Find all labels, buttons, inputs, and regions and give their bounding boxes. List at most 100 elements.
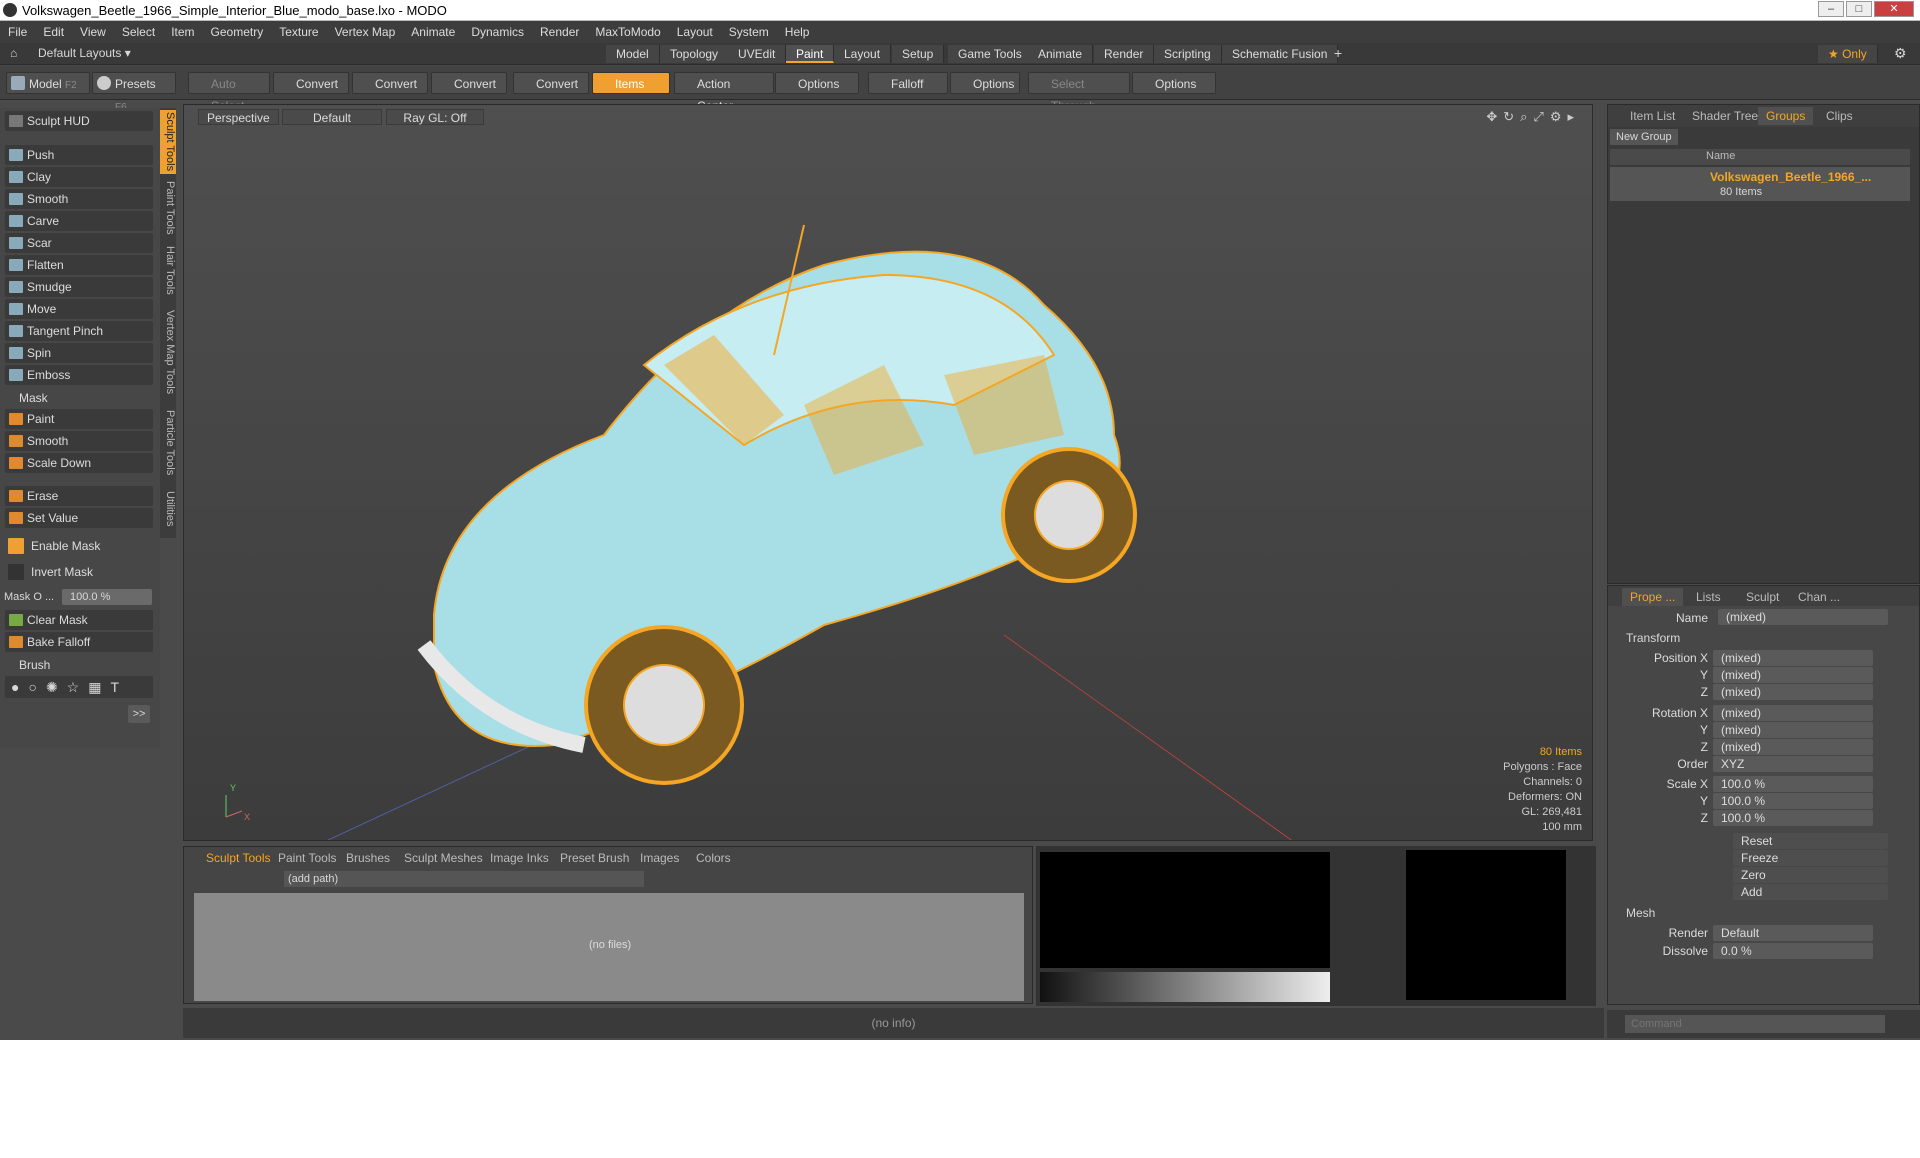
clear-mask-button[interactable]: Clear Mask <box>5 610 153 630</box>
menu-maxtomodo[interactable]: MaxToModo <box>587 21 668 43</box>
rotation-x-field[interactable]: (mixed) <box>1713 705 1873 721</box>
add-path-dropdown[interactable]: (add path) <box>284 871 644 887</box>
text-brush-icon[interactable]: T <box>110 679 128 695</box>
tool-smudge[interactable]: Smudge <box>5 277 153 297</box>
erase-button[interactable]: Erase <box>5 486 153 506</box>
menu-select[interactable]: Select <box>114 21 163 43</box>
only-toggle[interactable]: ★ Only <box>1818 45 1878 63</box>
mesh-section-header[interactable]: Mesh <box>1626 906 1655 920</box>
tab-setup[interactable]: Setup <box>892 45 945 63</box>
pattern-brush-icon[interactable]: ▦ <box>88 679 110 695</box>
default-layouts-dropdown[interactable]: Default Layouts ▾ <box>38 46 131 60</box>
tab-model[interactable]: Model <box>606 45 660 63</box>
btab-paint-tools[interactable]: Paint Tools <box>272 849 342 867</box>
mask-tool-scale-down[interactable]: Scale Down <box>5 453 153 473</box>
action-center-options-button[interactable]: Options <box>775 72 859 94</box>
group-row[interactable]: Volkswagen_Beetle_1966_... 80 Items <box>1610 167 1910 201</box>
falloff-options-button[interactable]: Options <box>950 72 1020 94</box>
hard-brush-icon[interactable]: ○ <box>28 679 45 695</box>
dissolve-field[interactable]: 0.0 % <box>1713 943 1873 959</box>
tool-smooth[interactable]: Smooth <box>5 189 153 209</box>
set-value-button[interactable]: Set Value <box>5 508 153 528</box>
file-list-area[interactable]: (no files) <box>194 893 1024 1001</box>
tool-carve[interactable]: Carve <box>5 211 153 231</box>
bake-falloff-button[interactable]: Bake Falloff <box>5 632 153 652</box>
convert-polygon-button[interactable]: Convert <box>431 72 507 94</box>
tab-topology[interactable]: Topology <box>660 45 730 63</box>
menu-item[interactable]: Item <box>163 21 202 43</box>
zero-dropdown[interactable]: Zero <box>1733 867 1888 883</box>
transform-section-header[interactable]: Transform <box>1626 631 1680 645</box>
btab-preset-brush[interactable]: Preset Brush <box>554 849 635 867</box>
scale-x-field[interactable]: 100.0 % <box>1713 776 1873 792</box>
minimize-button[interactable]: – <box>1818 1 1844 17</box>
enable-mask-checkbox[interactable]: Enable Mask <box>5 536 153 556</box>
menu-system[interactable]: System <box>721 21 777 43</box>
select-through-button[interactable]: Select Through <box>1028 72 1130 113</box>
btab-images[interactable]: Images <box>634 849 685 867</box>
items-mode-button[interactable]: Items <box>592 72 670 94</box>
select-options-button[interactable]: Options <box>1132 72 1216 94</box>
freeze-dropdown[interactable]: Freeze <box>1733 850 1888 866</box>
splatter-brush-icon[interactable]: ✺ <box>46 679 67 695</box>
tab-groups[interactable]: Groups <box>1758 107 1814 125</box>
falloff-button[interactable]: Falloff <box>868 72 948 94</box>
tab-channels[interactable]: Chan ... <box>1790 588 1848 606</box>
close-button[interactable]: ✕ <box>1874 1 1914 17</box>
name-field[interactable]: (mixed) <box>1718 609 1888 625</box>
tab-properties[interactable]: Prope ... <box>1622 588 1684 606</box>
tab-animate[interactable]: Animate <box>1028 45 1094 63</box>
vtab-particle-tools[interactable]: Particle Tools <box>160 406 176 480</box>
new-group-button[interactable]: New Group <box>1610 129 1678 145</box>
mask-opacity-input[interactable]: 100.0 % <box>62 589 152 605</box>
scale-y-field[interactable]: 100.0 % <box>1713 793 1873 809</box>
menu-texture[interactable]: Texture <box>271 21 326 43</box>
presets-button[interactable]: Presets F6 <box>92 72 176 113</box>
maximize-button[interactable]: □ <box>1846 1 1872 17</box>
rotation-z-field[interactable]: (mixed) <box>1713 739 1873 755</box>
rotation-y-field[interactable]: (mixed) <box>1713 722 1873 738</box>
add-layout-tab-icon[interactable]: + <box>1334 45 1342 61</box>
menu-view[interactable]: View <box>72 21 114 43</box>
order-dropdown[interactable]: XYZ <box>1713 756 1873 772</box>
scale-z-field[interactable]: 100.0 % <box>1713 810 1873 826</box>
position-z-field[interactable]: (mixed) <box>1713 684 1873 700</box>
vtab-utilities[interactable]: Utilities <box>160 484 176 534</box>
convert-edge-button[interactable]: Convert <box>352 72 428 94</box>
btab-brushes[interactable]: Brushes <box>340 849 396 867</box>
menu-geometry[interactable]: Geometry <box>203 21 272 43</box>
btab-sculpt-meshes[interactable]: Sculpt Meshes <box>398 849 489 867</box>
position-x-field[interactable]: (mixed) <box>1713 650 1873 666</box>
menu-file[interactable]: File <box>0 21 35 43</box>
gear-icon[interactable]: ⚙ <box>1894 45 1907 62</box>
tool-clay[interactable]: Clay <box>5 167 153 187</box>
more-options-button[interactable]: >> <box>128 705 150 723</box>
reset-dropdown[interactable]: Reset <box>1733 833 1888 849</box>
btab-sculpt-tools[interactable]: Sculpt Tools <box>200 849 276 867</box>
auto-select-button[interactable]: Auto Select <box>188 72 270 113</box>
vtab-sculpt-tools[interactable]: Sculpt Tools <box>160 110 176 174</box>
tab-layout[interactable]: Layout <box>834 45 892 63</box>
model-button[interactable]: Model F2 <box>6 72 90 94</box>
tab-lists[interactable]: Lists <box>1688 588 1729 606</box>
btab-image-inks[interactable]: Image Inks <box>484 849 555 867</box>
menu-help[interactable]: Help <box>777 21 818 43</box>
menu-vertex-map[interactable]: Vertex Map <box>327 21 404 43</box>
tab-game-tools[interactable]: Game Tools <box>948 45 1033 63</box>
sculpt-hud-button[interactable]: Sculpt HUD <box>5 111 153 131</box>
menu-edit[interactable]: Edit <box>35 21 72 43</box>
convert-material-button[interactable]: Convert <box>513 72 589 94</box>
tab-paint[interactable]: Paint <box>786 45 835 63</box>
menu-animate[interactable]: Animate <box>403 21 463 43</box>
invert-mask-checkbox[interactable]: Invert Mask <box>5 562 153 582</box>
star-brush-icon[interactable]: ☆ <box>67 679 89 695</box>
tool-tangent-pinch[interactable]: Tangent Pinch <box>5 321 153 341</box>
menu-dynamics[interactable]: Dynamics <box>463 21 532 43</box>
tool-scar[interactable]: Scar <box>5 233 153 253</box>
tool-push[interactable]: Push <box>5 145 153 165</box>
tab-render[interactable]: Render <box>1094 45 1155 63</box>
mask-section-header[interactable]: Mask <box>5 389 153 407</box>
vtab-hair-tools[interactable]: Hair Tools <box>160 242 176 298</box>
tab-scripting[interactable]: Scripting <box>1154 45 1222 63</box>
mask-tool-paint[interactable]: Paint <box>5 409 153 429</box>
